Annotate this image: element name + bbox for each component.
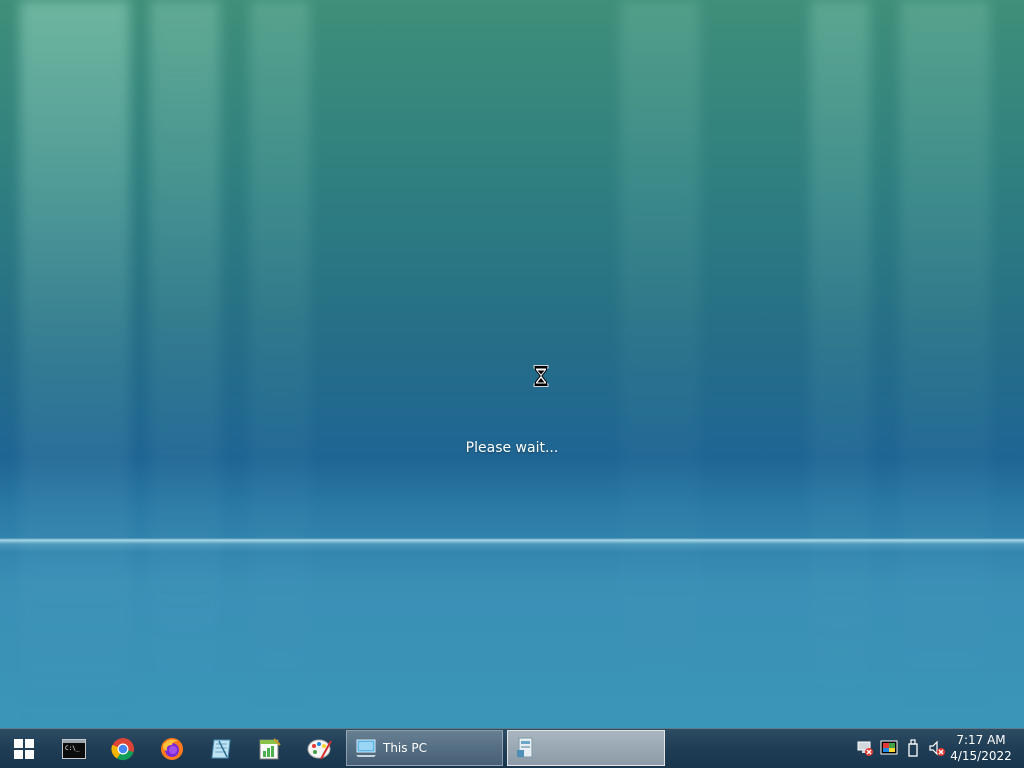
chrome-button[interactable] [99,729,147,768]
firefox-icon [161,737,183,760]
taskbar-window-this-pc[interactable]: This PC [346,730,503,766]
paint-icon [307,739,332,759]
spreadsheet-icon [259,737,281,759]
network-disconnected-icon[interactable] [856,739,874,757]
clock-time: 7:17 AM [956,733,1006,747]
notepad-button[interactable] [197,729,245,768]
start-button[interactable] [0,729,48,768]
application-icon [517,737,533,758]
system-clock[interactable]: 7:17 AM 4/15/2022 [944,732,1018,764]
firefox-button[interactable] [148,729,196,768]
hourglass-cursor-icon [533,365,549,387]
computer-icon [356,739,376,757]
command-prompt-icon: C:\_ [62,738,86,759]
clock-date: 4/15/2022 [950,749,1012,763]
windows-logo-icon [14,738,34,759]
please-wait-text: Please wait... [465,440,559,456]
notepad-icon [211,739,231,758]
display-color-icon[interactable] [880,739,898,757]
paint-button[interactable] [296,729,344,768]
spreadsheet-button[interactable] [246,729,294,768]
command-prompt-button[interactable]: C:\_ [50,729,98,768]
chrome-icon [111,737,134,760]
svg-text:C:\_: C:\_ [65,745,80,752]
usb-drive-icon[interactable] [904,739,922,757]
taskbar-window-active[interactable] [507,730,665,766]
taskbar-window-label: This PC [383,741,427,755]
taskbar: C:\_ This PC 7:17 AM 4/15/2022 [0,728,1024,768]
wait-message-area: Please wait... [0,360,1024,470]
desktop-background: Please wait... [0,0,1024,728]
